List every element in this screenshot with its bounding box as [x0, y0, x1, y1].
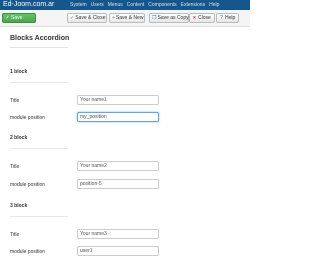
- save-copy-button[interactable]: ❐ Save as Copy: [149, 13, 189, 23]
- close-button[interactable]: ✕ Close: [189, 13, 215, 23]
- divider: [10, 82, 68, 83]
- menu-item-menus[interactable]: Menus: [108, 1, 123, 9]
- divider: [10, 47, 68, 48]
- menu-item-components[interactable]: Components: [148, 1, 176, 9]
- save-new-label: Save & New: [115, 15, 144, 21]
- block-3-position-input[interactable]: [77, 246, 159, 256]
- block-2-title-input[interactable]: [77, 161, 159, 171]
- menu-item-content[interactable]: Content: [127, 1, 145, 9]
- save-close-label: Save & Close: [75, 15, 106, 21]
- block-3-position-label: module position: [10, 249, 46, 255]
- divider: [10, 216, 68, 217]
- menu-item-help[interactable]: Help: [209, 1, 219, 9]
- main-menu: System Users Menus Content Components Ex…: [70, 1, 223, 9]
- save-copy-label: Save as Copy: [157, 15, 189, 21]
- close-icon: ✕: [192, 15, 197, 21]
- block-2-position-label: module position: [10, 182, 46, 188]
- toolbar: ✓ Save ✓ Save & Close + Save & New ❐ Sav…: [0, 10, 250, 27]
- block-2-heading: 2 block: [10, 135, 28, 141]
- plus-icon: +: [112, 15, 115, 21]
- save-close-button[interactable]: ✓ Save & Close: [67, 13, 107, 23]
- block-3-heading: 3 block: [10, 203, 28, 209]
- menu-item-system[interactable]: System: [70, 1, 87, 9]
- copy-icon: ❐: [152, 15, 157, 21]
- block-1-heading: 1 block: [10, 69, 28, 75]
- help-button[interactable]: ? Help: [216, 13, 239, 23]
- close-label: Close: [198, 15, 211, 21]
- block-1-title-input[interactable]: [77, 95, 159, 105]
- block-1-title-label: Title: [10, 98, 20, 104]
- page-title: Blocks Accordion: [10, 35, 70, 42]
- site-name[interactable]: Ed-Joom.com.ar: [3, 1, 54, 9]
- module-form: Blocks Accordion 1 block Title module po…: [0, 27, 250, 263]
- divider: [10, 148, 68, 149]
- save-new-button[interactable]: + Save & New: [109, 13, 145, 23]
- help-label: Help: [225, 15, 236, 21]
- block-3-title-input[interactable]: [77, 229, 159, 239]
- check-icon: ✓: [70, 15, 75, 21]
- block-3-title-label: Title: [10, 232, 20, 238]
- save-button[interactable]: ✓ Save: [2, 13, 36, 23]
- menu-item-users[interactable]: Users: [91, 1, 104, 9]
- block-2-position-input[interactable]: [77, 179, 159, 189]
- block-1-position-label: module position: [10, 115, 46, 121]
- help-icon: ?: [220, 15, 223, 21]
- menu-item-extensions[interactable]: Extensions: [181, 1, 205, 9]
- save-button-label: Save: [11, 15, 23, 21]
- block-1-position-input[interactable]: [77, 112, 159, 122]
- top-menu-bar: Ed-Joom.com.ar System Users Menus Conten…: [0, 0, 250, 10]
- block-2-title-label: Title: [10, 164, 20, 170]
- check-icon: ✓: [5, 15, 10, 21]
